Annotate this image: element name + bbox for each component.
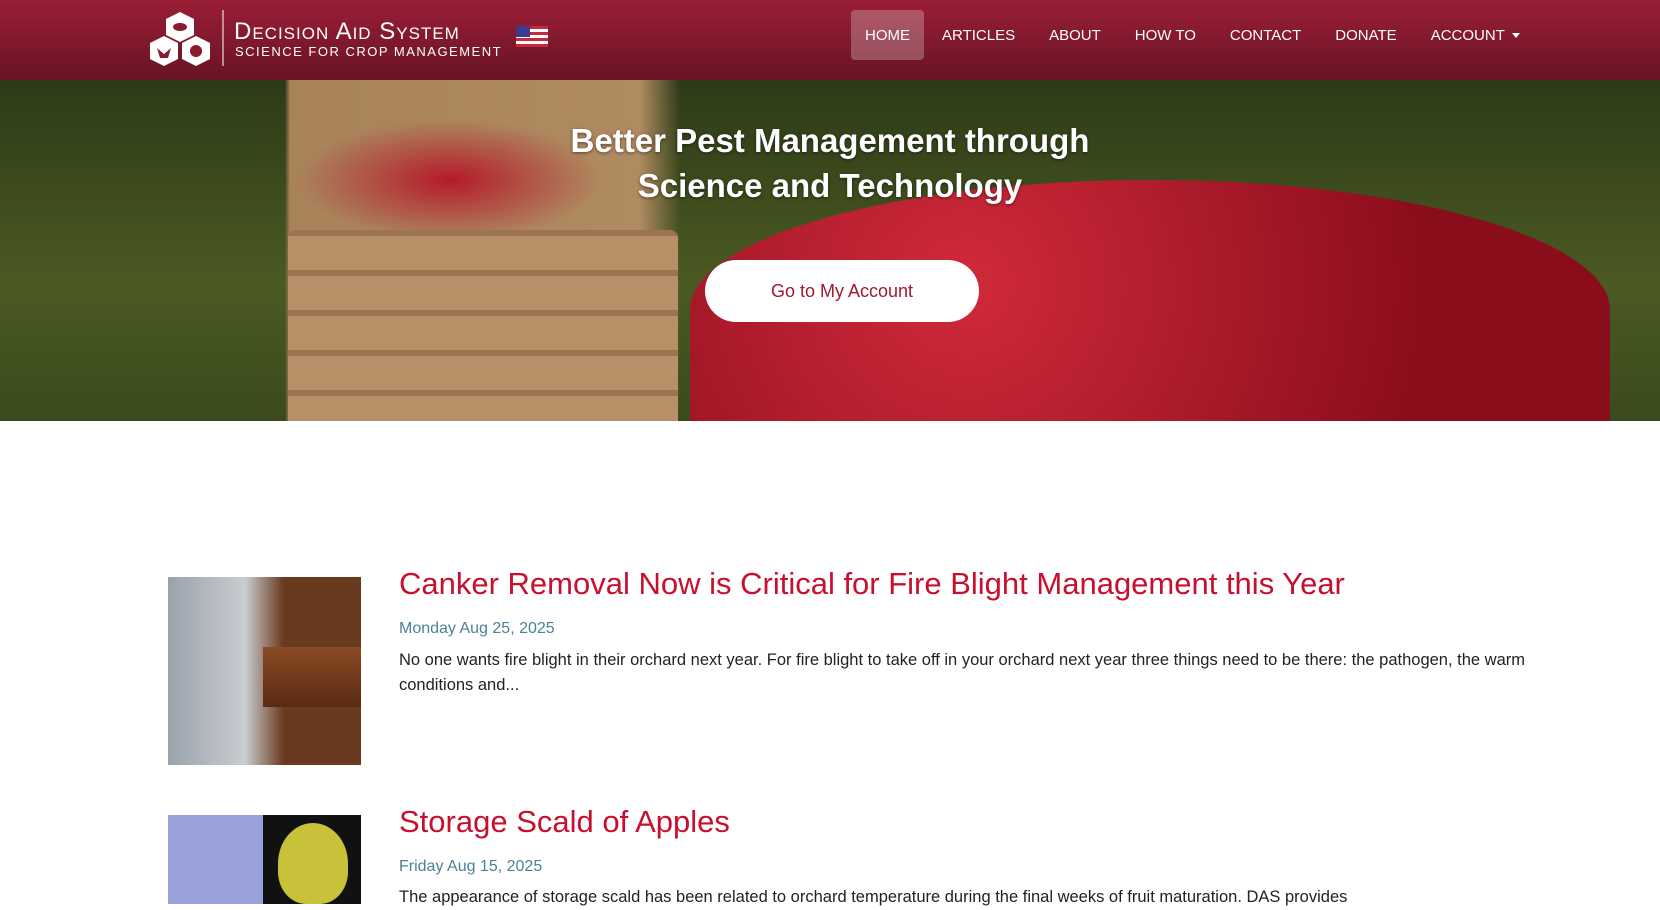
article-title[interactable]: Storage Scald of Apples	[399, 804, 730, 840]
article-date: Friday Aug 15, 2025	[399, 858, 543, 875]
us-flag-icon[interactable]	[516, 26, 548, 47]
brand-title[interactable]: Decision Aid System	[234, 18, 460, 46]
nav-home[interactable]: HOME	[851, 10, 924, 60]
nav-account-label: ACCOUNT	[1430, 26, 1505, 44]
caret-down-icon	[1511, 32, 1520, 38]
article-excerpt: No one wants fire blight in their orchar…	[399, 651, 1526, 694]
hero-title: Better Pest Management through Science a…	[0, 118, 1660, 208]
article-title[interactable]: Canker Removal Now is Critical for Fire …	[399, 566, 1345, 602]
top-navbar: Decision Aid System SCIENCE FOR CROP MAN…	[0, 0, 1660, 80]
article-date: Monday Aug 25, 2025	[399, 620, 555, 637]
nav-contact-label: CONTACT	[1229, 26, 1302, 44]
nav-donate[interactable]: DONATE	[1319, 10, 1412, 60]
nav-articles[interactable]: ARTICLES	[926, 10, 1031, 60]
logo-divider	[222, 10, 224, 66]
nav-home-label: HOME	[865, 26, 910, 44]
nav-contact[interactable]: CONTACT	[1214, 10, 1317, 60]
nav-how-to-label: HOW TO	[1134, 26, 1196, 44]
article-thumbnail[interactable]	[168, 815, 361, 904]
nav-about-label: ABOUT	[1049, 26, 1101, 44]
nav-about[interactable]: ABOUT	[1033, 10, 1117, 60]
das-logo-icon[interactable]	[148, 10, 212, 68]
brand-subtitle: SCIENCE FOR CROP MANAGEMENT	[235, 44, 503, 59]
hero-banner: Better Pest Management through Science a…	[0, 80, 1660, 421]
hero-image-barrel	[288, 230, 678, 421]
nav-donate-label: DONATE	[1335, 26, 1397, 44]
article-thumbnail[interactable]	[168, 577, 361, 765]
nav-how-to[interactable]: HOW TO	[1119, 10, 1212, 60]
article-excerpt: The appearance of storage scald has been…	[399, 888, 1348, 906]
main-menu: HOME ARTICLES ABOUT HOW TO CONTACT DONAT…	[851, 10, 1538, 60]
nav-articles-label: ARTICLES	[942, 26, 1016, 44]
go-to-account-button[interactable]: Go to My Account	[705, 260, 979, 322]
hero-title-line2: Science and Technology	[637, 167, 1023, 204]
nav-account-dropdown[interactable]: ACCOUNT	[1415, 10, 1536, 60]
hero-title-line1: Better Pest Management through	[570, 122, 1090, 159]
